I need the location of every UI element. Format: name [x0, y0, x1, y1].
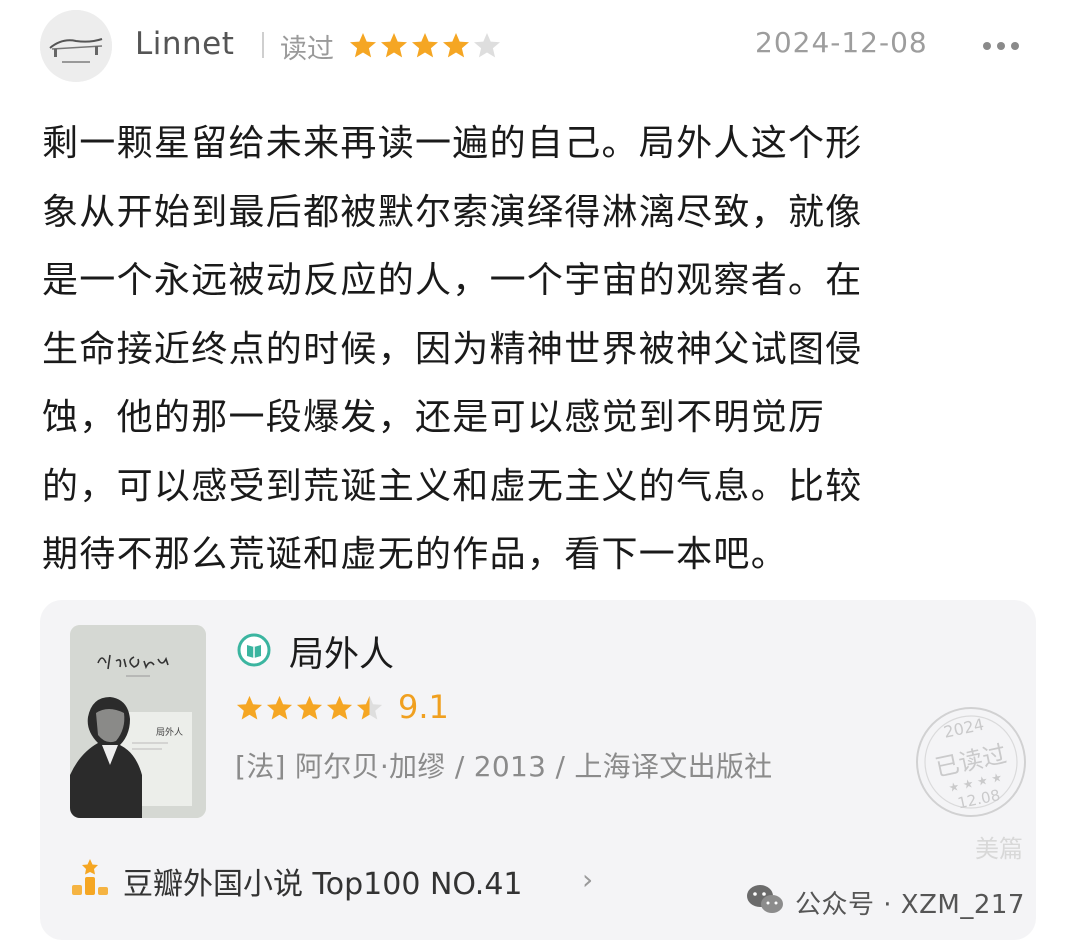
star-icon: [381, 33, 407, 58]
wechat-icon: [747, 885, 783, 913]
ranking-link[interactable]: 豆瓣外国小说 Top100 NO.41: [123, 859, 523, 903]
review-line: 生命接近终点的时候，因为精神世界被神父试图侵: [42, 328, 863, 370]
watermark-text: 公众号 · XZM_217: [795, 890, 1025, 920]
review-line: 期待不那么荒诞和虚无的作品，看下一本吧。: [42, 534, 789, 575]
review-line: 蚀，他的那一段爆发，还是可以感觉到不明觉厉: [42, 397, 826, 438]
cover-title: 局外人: [156, 726, 183, 738]
star-icon: [412, 33, 438, 58]
read-stamp: 2024 已读过 ★ ★ ★ ★ 12.08: [916, 707, 1026, 817]
book-meta: [法] 阿尔贝·加缪 / 2013 / 上海译文出版社: [235, 750, 773, 783]
star-icon: [474, 33, 500, 58]
book-rating-stars: [235, 694, 385, 723]
review-line: 剩一颗星留给未来再读一遍的自己。局外人这个形: [42, 123, 863, 164]
user-rating-stars: [348, 31, 503, 61]
divider: [262, 32, 264, 58]
star-icon: [350, 33, 376, 58]
star-icon: [296, 695, 323, 720]
star-icon: [443, 33, 469, 58]
review-line: 的，可以感受到荒诞主义和虚无主义的气息。比较: [42, 465, 863, 507]
avatar[interactable]: [40, 10, 112, 82]
star-icon: [356, 695, 383, 720]
username[interactable]: Linnet: [135, 26, 234, 62]
star-icon: [236, 695, 263, 720]
book-cover[interactable]: 局外人: [70, 625, 206, 818]
book-score: 9.1: [398, 688, 449, 726]
review-header: Linnet 读过 2024-12-08: [0, 0, 1080, 95]
ebook-icon: [237, 633, 271, 667]
rank-icon: [72, 859, 108, 895]
review-text: 剩一颗星留给未来再读一遍的自己。局外人这个形 象从开始到最后都被默尔索演绎得淋漓尽…: [42, 110, 1017, 590]
review-date: 2024-12-08: [755, 26, 928, 59]
read-status: 读过: [280, 34, 334, 65]
review-line: 象从开始到最后都被默尔索演绎得淋漓尽致，就像: [42, 191, 863, 233]
watermark-brand: 美篇: [975, 835, 1023, 863]
stamp-year: 2024: [942, 715, 986, 742]
book-title[interactable]: 局外人: [289, 626, 394, 677]
star-icon: [326, 695, 353, 720]
chevron-right-icon[interactable]: ›: [582, 863, 593, 896]
more-dots-icon[interactable]: [983, 42, 1025, 50]
review-line: 是一个永远被动反应的人，一个宇宙的观察者。在: [42, 260, 863, 301]
star-icon: [266, 695, 293, 720]
